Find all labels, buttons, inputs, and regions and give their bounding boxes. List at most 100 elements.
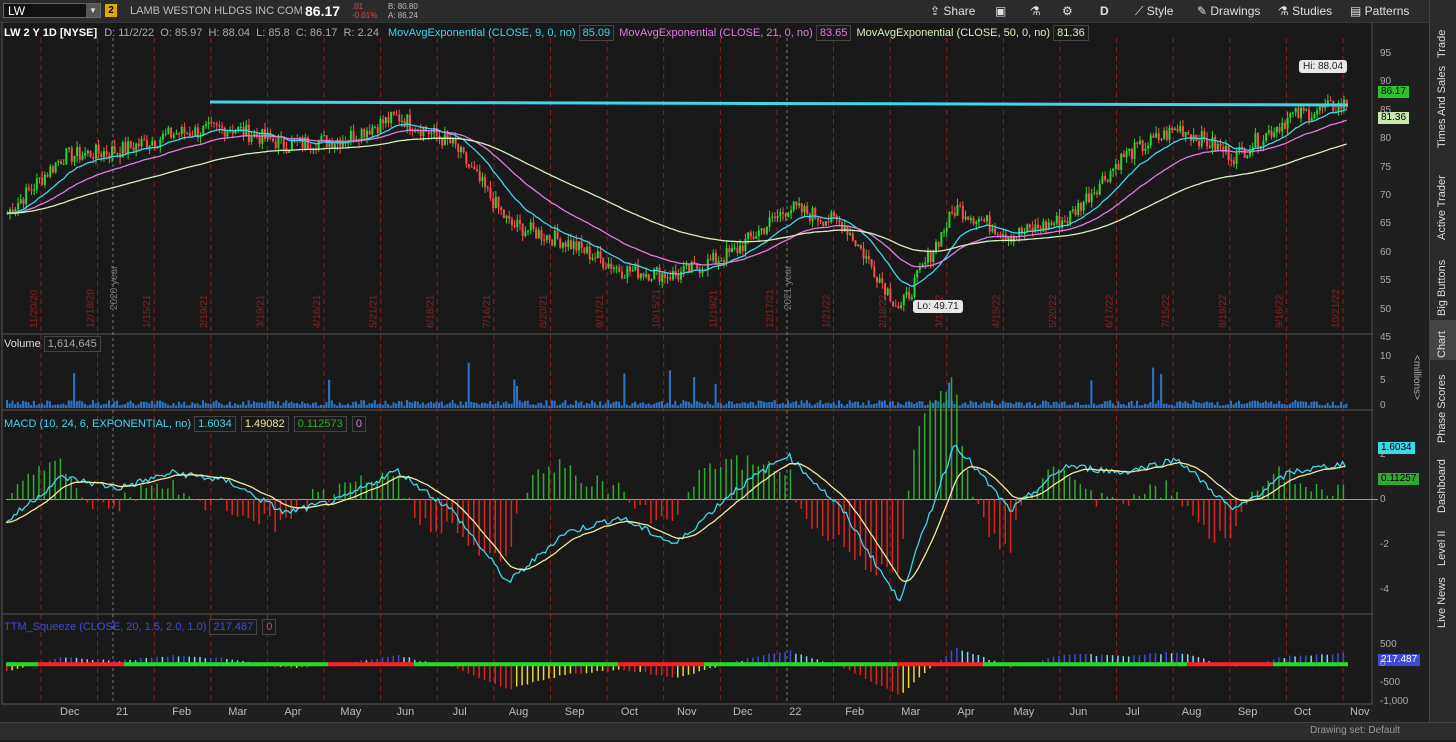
macd-histogram-bar bbox=[967, 470, 969, 500]
candle-body bbox=[240, 127, 242, 128]
candle-body bbox=[1013, 237, 1015, 243]
macd-histogram-bar bbox=[709, 463, 711, 499]
tab-phase-scores[interactable]: Phase Scores bbox=[1430, 365, 1456, 445]
ema21-label[interactable]: MovAvgExponential (CLOSE, 21, 0, no) bbox=[619, 27, 813, 39]
candle-body bbox=[84, 153, 86, 156]
tab-chart[interactable]: Chart bbox=[1430, 320, 1456, 360]
volume-bar bbox=[189, 405, 191, 408]
patterns-button[interactable]: ▤ Patterns bbox=[1350, 3, 1409, 19]
candle-body bbox=[519, 220, 521, 224]
volume-bar bbox=[175, 406, 177, 408]
volume-bar bbox=[690, 404, 692, 408]
period-button[interactable]: D bbox=[1100, 3, 1109, 19]
link-group-badge[interactable]: 2 bbox=[105, 4, 117, 17]
candle-body bbox=[1185, 132, 1187, 137]
ttm-title[interactable]: TTM_Squeeze (CLOSE, 20, 1.5, 2.0, 1.0) bbox=[4, 621, 206, 633]
candle-body bbox=[1088, 193, 1090, 202]
style-icon: ⟋ bbox=[1135, 4, 1147, 18]
ohlc-low: L: 85.8 bbox=[256, 27, 290, 39]
candle-body bbox=[1209, 146, 1211, 147]
flask-icon[interactable]: ⚗ bbox=[1030, 3, 1041, 19]
bid-price: B: 80.80 bbox=[388, 3, 418, 11]
candle-body bbox=[1007, 237, 1009, 239]
ttm-squeeze-dot bbox=[886, 662, 897, 666]
volume-bar bbox=[1184, 401, 1186, 408]
tab-trade[interactable]: Trade bbox=[1430, 30, 1456, 60]
volume-bar bbox=[406, 400, 408, 408]
ttm-squeeze-dot bbox=[103, 662, 114, 666]
macd-histogram-bar bbox=[1235, 500, 1237, 527]
volume-bar bbox=[1227, 404, 1229, 408]
macd-histogram-bar bbox=[231, 500, 233, 515]
date-label: 10/15/21 bbox=[652, 289, 663, 328]
candle-body bbox=[535, 229, 537, 238]
volume-bar bbox=[1345, 404, 1347, 408]
ttm-squeeze-dot bbox=[6, 662, 17, 666]
macd-histogram-bar bbox=[1310, 491, 1312, 499]
macd-histogram-bar bbox=[1047, 469, 1049, 499]
volume-bar bbox=[1297, 402, 1299, 408]
ttm-squeeze-dot bbox=[339, 662, 350, 666]
candle-body bbox=[25, 187, 27, 203]
snapshot-icon[interactable]: ▣ bbox=[995, 3, 1006, 19]
candle-body bbox=[567, 240, 569, 247]
ttm-squeeze-dot bbox=[231, 662, 242, 666]
volume-bar bbox=[736, 403, 738, 408]
ttm-squeeze-dot bbox=[779, 662, 790, 666]
candle-body bbox=[183, 127, 185, 133]
candle-body bbox=[1254, 133, 1256, 147]
macd-histogram-bar bbox=[908, 491, 910, 500]
macd-histogram-bar bbox=[38, 466, 40, 500]
macd-histogram-bar bbox=[811, 500, 813, 529]
candle-body bbox=[49, 166, 51, 176]
volume-bar bbox=[1332, 402, 1334, 408]
tab-live-news[interactable]: Live News bbox=[1430, 575, 1456, 630]
ema50-label[interactable]: MovAvgExponential (CLOSE, 50, 0, no) bbox=[856, 27, 1050, 39]
candle-body bbox=[618, 267, 620, 271]
drawings-button[interactable]: ✎ Drawings bbox=[1197, 3, 1260, 19]
macd-histogram-bar bbox=[189, 496, 191, 499]
time-axis-label: Nov bbox=[677, 706, 697, 718]
macd-histogram-bar bbox=[774, 471, 776, 499]
macd-histogram-bar bbox=[435, 500, 437, 532]
ema9-label[interactable]: MovAvgExponential (CLOSE, 9, 0, no) bbox=[388, 27, 576, 39]
candle-body bbox=[39, 178, 41, 179]
volume-bar bbox=[1123, 404, 1125, 408]
ttm-bar bbox=[505, 664, 507, 688]
tab-active-trader[interactable]: Active Trader bbox=[1430, 147, 1456, 242]
ttm-squeeze-dot bbox=[768, 662, 779, 666]
style-button[interactable]: ⟋ Style bbox=[1135, 3, 1173, 19]
volume-bar bbox=[1104, 401, 1106, 408]
tab-level-ii[interactable]: Level II bbox=[1430, 518, 1456, 568]
ttm-squeeze-dot bbox=[1187, 662, 1198, 666]
candle-body bbox=[503, 210, 505, 218]
macd-histogram-bar bbox=[1058, 469, 1060, 499]
candle-body bbox=[457, 144, 459, 152]
candle-body bbox=[1075, 210, 1077, 215]
candle-body bbox=[881, 278, 883, 283]
ttm-bar bbox=[548, 664, 550, 678]
tab-big-buttons[interactable]: Big Buttons bbox=[1430, 248, 1456, 318]
candle-body bbox=[342, 141, 344, 146]
ttm-squeeze-dot bbox=[586, 662, 597, 666]
macd-title[interactable]: MACD (10, 24, 6, EXPONENTIAL, no) bbox=[4, 418, 191, 430]
tab-times-and-sales[interactable]: Times And Sales bbox=[1430, 60, 1456, 150]
symbol-dropdown-icon[interactable]: ▼ bbox=[86, 4, 100, 17]
macd-histogram-bar bbox=[22, 481, 24, 500]
volume-title[interactable]: Volume bbox=[4, 338, 41, 350]
studies-button[interactable]: ⚗ Studies bbox=[1278, 3, 1332, 19]
symbol-input[interactable]: LW▼ bbox=[3, 3, 101, 18]
drawing-set-label[interactable]: Drawing set: Default bbox=[1310, 725, 1400, 736]
volume-bar bbox=[615, 401, 617, 408]
ema50-value: 81.36 bbox=[1053, 25, 1089, 41]
volume-bar bbox=[81, 401, 83, 408]
share-button[interactable]: ⇪ Share bbox=[930, 3, 975, 19]
candle-body bbox=[1262, 141, 1264, 146]
gear-icon[interactable]: ⚙ bbox=[1062, 3, 1073, 19]
tab-dashboard[interactable]: Dashboard bbox=[1430, 445, 1456, 515]
ttm-squeeze-dot bbox=[221, 662, 232, 666]
ttm-squeeze-dot bbox=[682, 662, 693, 666]
ttm-squeeze-dot bbox=[994, 662, 1005, 666]
candle-body bbox=[1109, 171, 1111, 182]
volume-bar bbox=[414, 401, 416, 408]
